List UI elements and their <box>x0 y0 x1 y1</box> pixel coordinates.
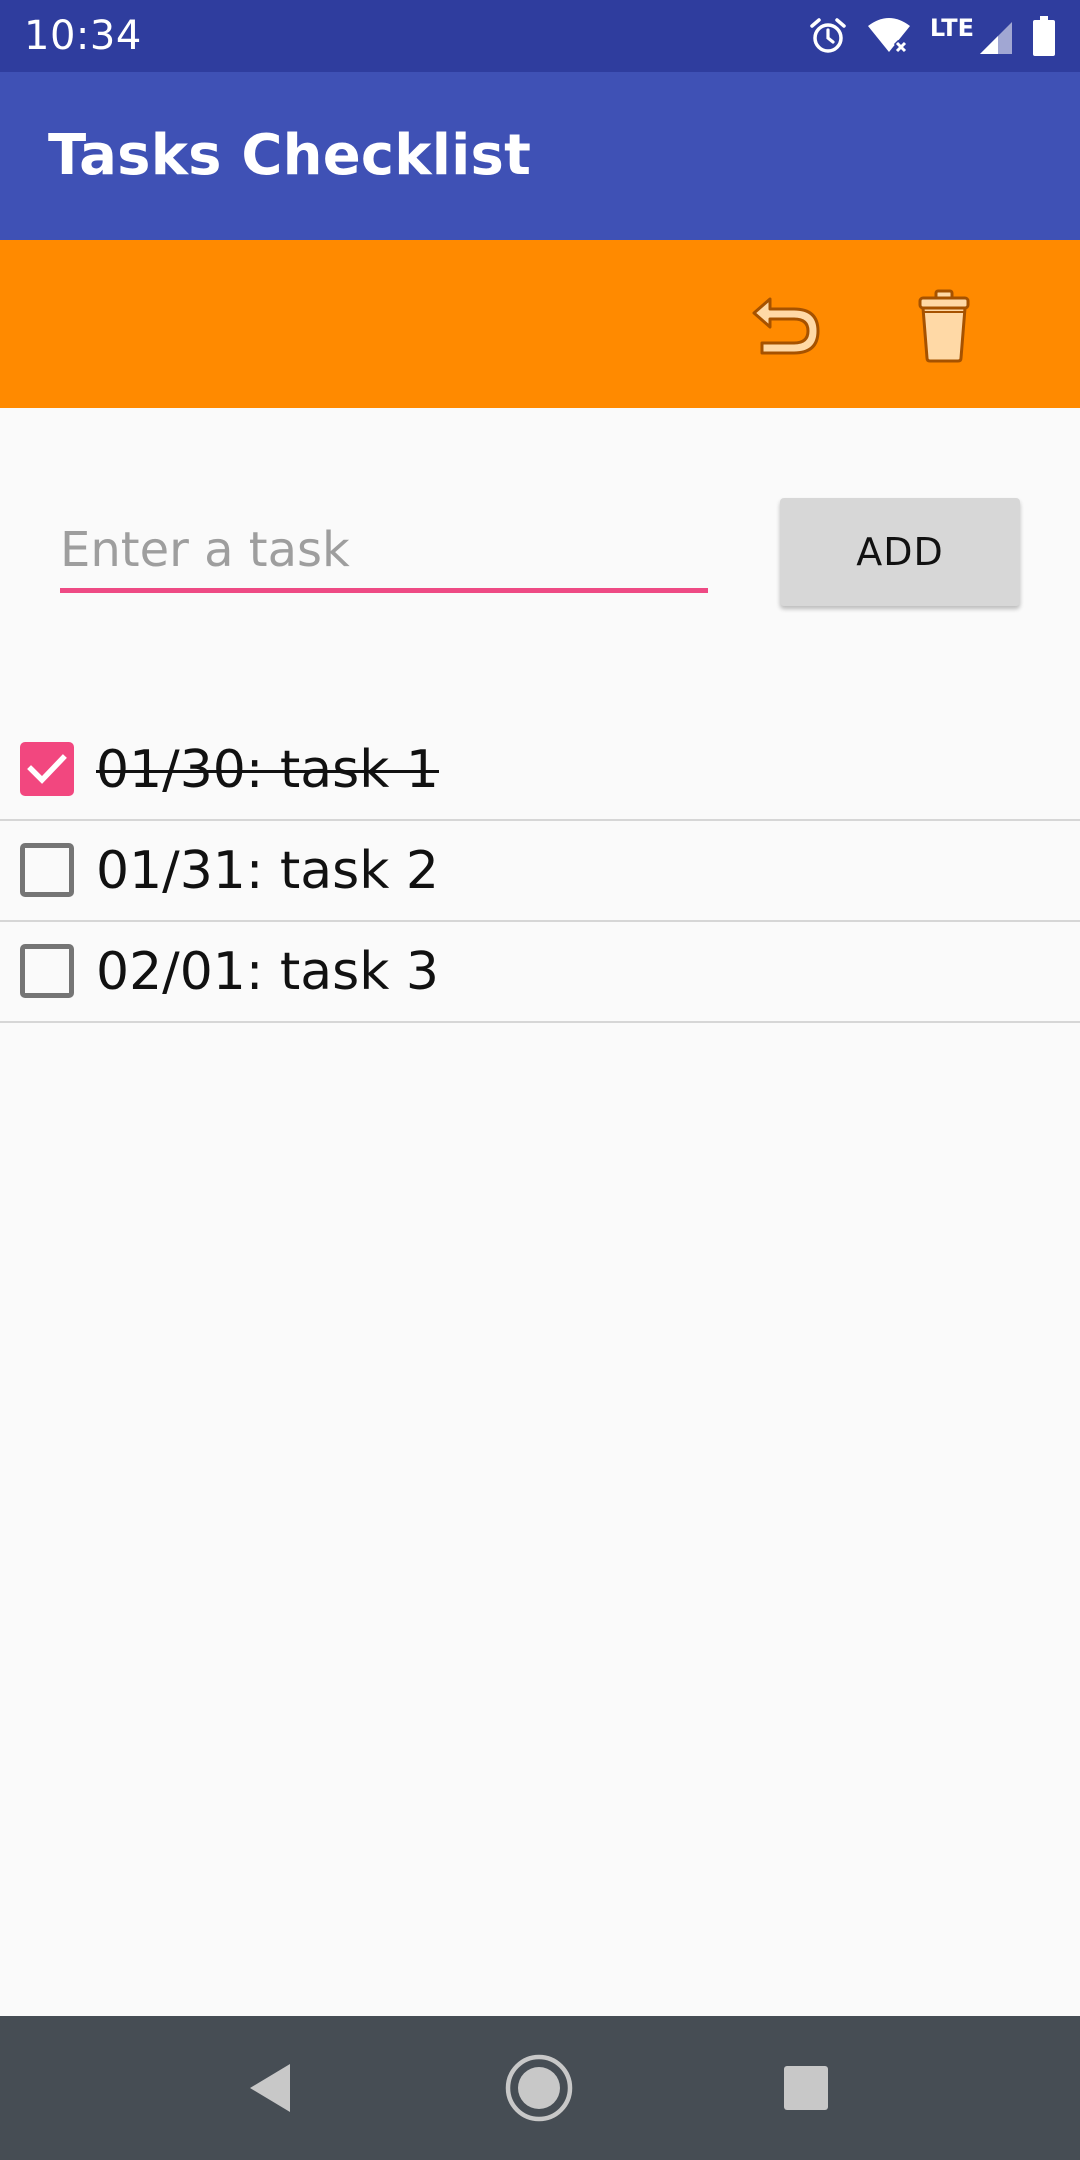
task-label: 01/30: task 1 <box>96 740 439 800</box>
app-bar: Tasks Checklist <box>0 72 1080 240</box>
home-icon <box>505 2054 573 2122</box>
task-input[interactable] <box>60 512 708 593</box>
task-row[interactable]: 01/31: task 2 <box>0 821 1080 922</box>
alarm-icon <box>808 16 848 56</box>
wifi-icon <box>866 16 912 56</box>
home-button[interactable] <box>503 2052 575 2124</box>
network-type-label: LTE <box>929 14 974 42</box>
task-label: 02/01: task 3 <box>96 942 439 1002</box>
status-time: 10:34 <box>24 13 142 59</box>
back-icon <box>250 2064 290 2112</box>
recents-icon <box>784 2066 828 2110</box>
add-button[interactable]: ADD <box>780 498 1020 606</box>
task-row[interactable]: 02/01: task 3 <box>0 922 1080 1023</box>
task-checkbox[interactable] <box>20 944 74 998</box>
task-checkbox[interactable] <box>20 843 74 897</box>
app-screen: 10:34 LTE Tasks Checklist Enter a task A… <box>0 0 1080 2160</box>
task-row[interactable]: 01/30: task 1 <box>0 720 1080 821</box>
task-checkbox-checked[interactable] <box>20 742 74 796</box>
status-bar: 10:34 LTE <box>0 0 1080 72</box>
back-button[interactable] <box>234 2052 306 2124</box>
undo-button[interactable] <box>744 284 828 368</box>
signal-icon <box>978 16 1014 56</box>
task-label: 01/31: task 2 <box>96 841 439 901</box>
status-icons: LTE <box>808 14 1056 58</box>
task-list: 01/30: task 1 01/31: task 2 02/01: task … <box>0 720 1080 1023</box>
delete-button[interactable] <box>902 284 986 368</box>
navigation-bar <box>0 2016 1080 2160</box>
undo-icon <box>752 297 820 355</box>
recents-button[interactable] <box>770 2052 842 2124</box>
app-title: Tasks Checklist <box>48 123 532 188</box>
action-toolbar <box>0 240 1080 408</box>
trash-icon <box>918 289 970 363</box>
checkmark-icon <box>27 754 67 784</box>
battery-icon <box>1032 15 1056 57</box>
